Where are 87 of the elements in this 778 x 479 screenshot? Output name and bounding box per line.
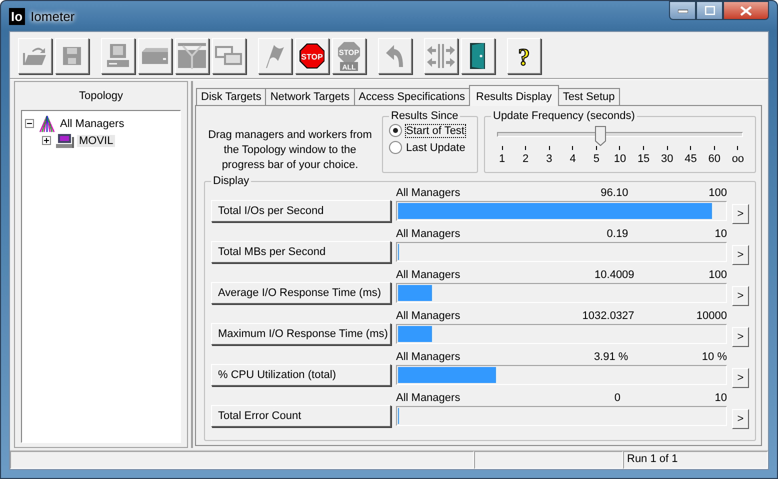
next-button[interactable]: > [732,409,749,429]
tick-label: oo [732,153,744,165]
source-label: All Managers [396,269,460,282]
tab[interactable]: Test Setup [558,88,620,105]
question-mark-icon: ? [514,43,534,69]
windows-icon [215,45,243,67]
metric-button[interactable]: Average I/O Response Time (ms) [211,282,391,304]
slider-thumb[interactable] [595,126,606,146]
group-title: Results Since [390,110,460,122]
tick-label: 4 [570,153,576,165]
group-title: Display [212,175,250,187]
tick-label: 1 [498,153,506,165]
next-button[interactable]: > [732,327,749,347]
window-title: Iometer [30,8,75,24]
toolbar-button[interactable]: STOP [295,38,329,74]
metric-button[interactable]: Total I/Os per Second [211,200,391,222]
minimize-icon [678,8,688,12]
radio-label: Start of Test [406,124,464,136]
max-label: 10 [714,392,727,405]
drive-icon [141,46,169,66]
door-icon [468,42,488,70]
close-icon [740,6,752,16]
split-arrows-icon [426,43,456,69]
metric-button[interactable]: Total MBs per Second [211,241,391,263]
topology-heading: Topology [78,89,124,104]
radio-button[interactable] [389,124,402,137]
back-arrow-icon [385,44,405,68]
folder-icon [22,45,48,67]
expander-icon[interactable] [42,136,51,145]
value-reading: 10.4009 [594,269,634,282]
frequency-slider[interactable] [497,126,743,146]
source-label: All Managers [396,392,460,405]
radio-button[interactable] [389,141,402,154]
tab[interactable]: Disk Targets [196,88,266,105]
maximize-button[interactable] [696,1,723,20]
flag-icon [264,43,286,69]
tab[interactable]: Results Display [469,85,559,106]
value-reading: 0 [614,392,621,405]
max-label: 100 [708,187,727,200]
managers-icon [38,114,56,132]
tick-label: 10 [614,153,626,165]
value-reading: 0.19 [606,228,628,241]
group-title: Update Frequency (seconds) [492,110,636,122]
computer-icon [55,132,75,148]
status-text: Run 1 of 1 [627,453,678,465]
max-label: 10000 [696,310,727,323]
tab[interactable]: Access Specifications [354,88,470,105]
tick-label: 5 [593,153,600,165]
value-reading: 1032.0327 [582,310,634,323]
expander-icon[interactable] [25,119,34,128]
tick-label: 45 [684,153,697,165]
value-reading: 3.91 % [594,351,628,364]
tick-label: 3 [546,153,552,165]
instructions-text: Drag managers and workers from the Topology window to the progress bar of your choice. [207,128,373,173]
radio-option[interactable]: Last Update [389,141,471,154]
max-label: 10 % [702,351,727,364]
tab[interactable]: Network Targets [265,88,355,105]
source-label: All Managers [396,228,460,241]
toolbar-button[interactable] [461,38,495,74]
source-label: All Managers [396,187,460,200]
source-label: All Managers [396,351,460,364]
maximize-icon [704,6,714,15]
source-label: All Managers [396,310,460,323]
metric-button[interactable]: % CPU Utilization (total) [211,364,391,386]
tree-item[interactable]: All Managers [58,118,126,130]
tick-label: 2 [522,153,529,165]
close-button[interactable] [723,1,769,20]
metric-button[interactable]: Maximum I/O Response Time (ms) [211,323,391,345]
max-label: 100 [708,269,727,282]
next-button[interactable]: > [732,286,749,306]
radio-label: Last Update [406,142,466,154]
tick-label: 60 [708,153,720,165]
radio-option[interactable]: Start of Test [389,124,471,137]
next-button[interactable]: > [732,204,749,224]
tree-item[interactable]: MOVIL [77,134,116,146]
app-icon: Io [9,8,25,24]
computer-icon [105,43,131,69]
value-reading: 96.10 [600,187,628,200]
tick-label: 15 [637,153,650,165]
tick-label: 30 [661,153,674,165]
max-label: 10 [714,228,727,241]
next-button[interactable]: > [732,368,749,388]
minimize-button[interactable] [669,1,696,20]
network-drive-icon [177,42,207,70]
metric-button[interactable]: Total Error Count [211,405,391,427]
next-button[interactable]: > [732,245,749,265]
stop-sign-icon: STOP [299,43,325,69]
